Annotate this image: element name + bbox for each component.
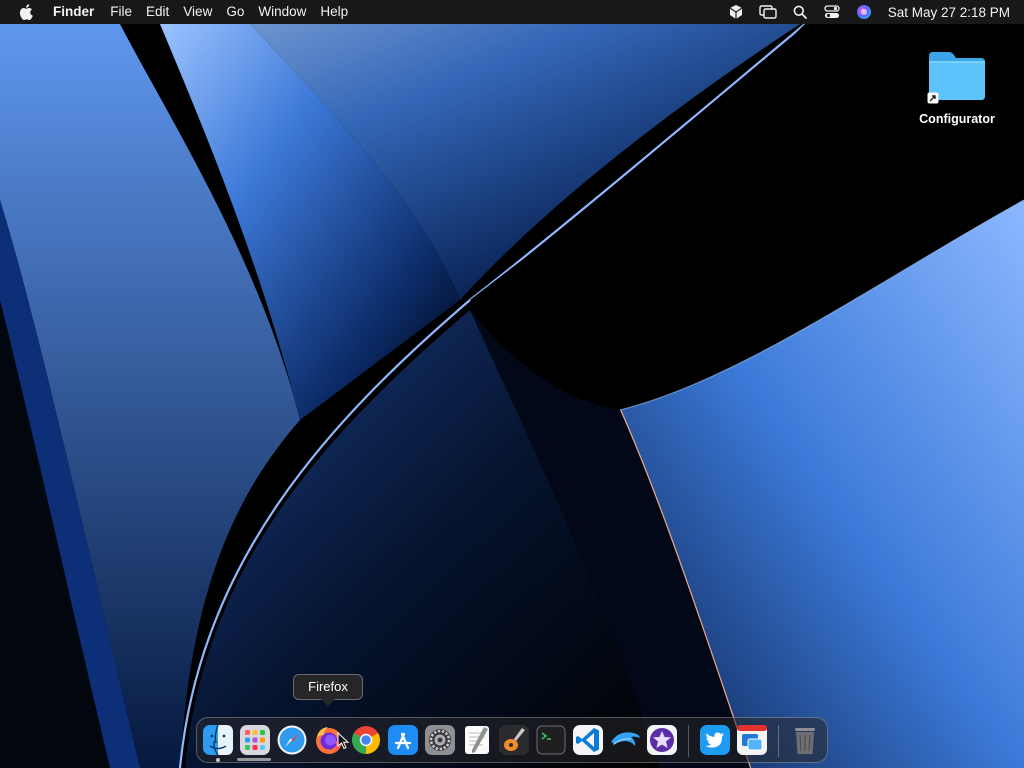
safari-icon[interactable] <box>276 724 308 756</box>
dock-separator <box>688 725 689 757</box>
trash-icon[interactable] <box>789 724 821 756</box>
desktop-folder-label: Configurator <box>919 112 995 126</box>
folder-alias-icon <box>925 46 989 106</box>
dock-scroll-indicator <box>237 758 271 761</box>
garageband-icon[interactable] <box>498 724 530 756</box>
chrome-icon[interactable] <box>350 724 382 756</box>
siri-icon[interactable] <box>848 0 880 24</box>
alias-arrow-icon <box>927 92 939 104</box>
mouse-cursor-icon <box>337 732 349 750</box>
desktop-wallpaper <box>0 0 1024 768</box>
menu-bar: Finder File Edit View Go Window Help Sat… <box>0 0 1024 24</box>
dock <box>196 717 828 763</box>
remote-desktop-icon[interactable] <box>736 724 768 756</box>
dock-tooltip-arrow <box>321 699 335 706</box>
menu-view[interactable]: View <box>176 0 219 24</box>
menu-go[interactable]: Go <box>219 0 251 24</box>
finder-running-indicator <box>216 758 220 762</box>
finder-icon[interactable] <box>202 724 234 756</box>
menu-bar-clock[interactable]: Sat May 27 2:18 PM <box>888 5 1010 20</box>
menu-file[interactable]: File <box>103 0 139 24</box>
menu-help[interactable]: Help <box>313 0 355 24</box>
screen-mirroring-icon[interactable] <box>752 0 784 24</box>
control-center-icon[interactable] <box>816 0 848 24</box>
vscode-icon[interactable] <box>572 724 604 756</box>
launchpad-icon[interactable] <box>239 724 271 756</box>
apple-logo-icon[interactable] <box>14 0 38 24</box>
spotlight-search-icon[interactable] <box>784 0 816 24</box>
menu-window[interactable]: Window <box>251 0 313 24</box>
imovie-icon[interactable] <box>646 724 678 756</box>
terminal-icon[interactable] <box>535 724 567 756</box>
cube-status-icon[interactable] <box>720 0 752 24</box>
menu-app-name[interactable]: Finder <box>46 0 101 24</box>
dock-separator <box>778 725 779 757</box>
twitter-icon[interactable] <box>699 724 731 756</box>
desktop-folder-configurator[interactable]: Configurator <box>912 46 1002 126</box>
menu-edit[interactable]: Edit <box>139 0 176 24</box>
menu-bar-status-area: Sat May 27 2:18 PM <box>720 0 1024 24</box>
dolphin-icon[interactable] <box>609 724 641 756</box>
textedit-icon[interactable] <box>461 724 493 756</box>
dock-tooltip: Firefox <box>293 674 363 700</box>
system-preferences-icon[interactable] <box>424 724 456 756</box>
app-store-icon[interactable] <box>387 724 419 756</box>
